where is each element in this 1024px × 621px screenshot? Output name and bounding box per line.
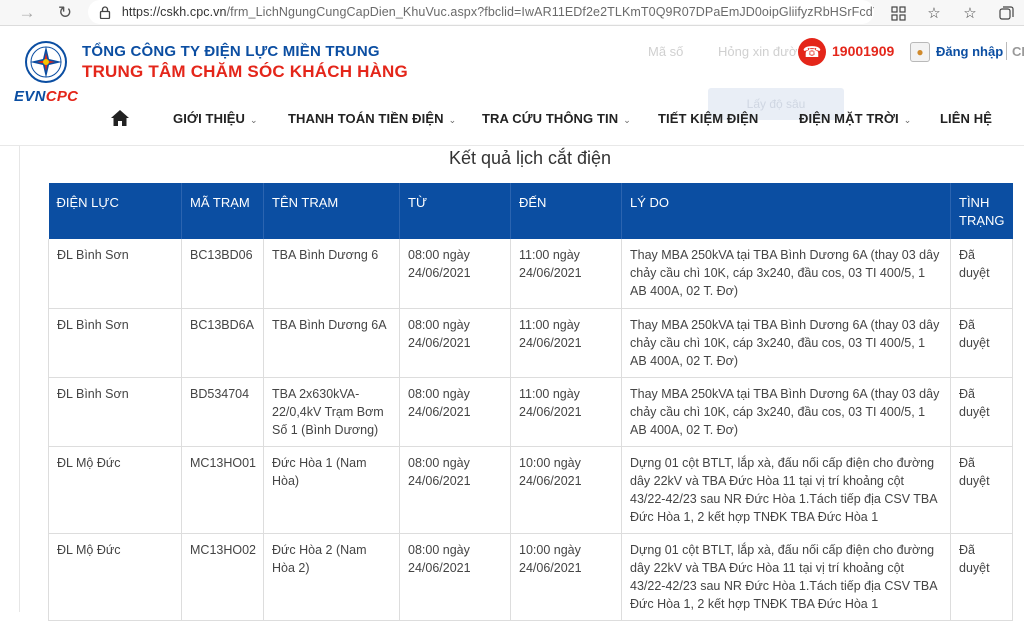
cell-tu: 08:00 ngày 24/06/2021 — [399, 533, 511, 621]
url-path: /frm_LichNgungCungCapDien_KhuVuc.aspx?fb… — [226, 5, 874, 19]
menu-label: TIẾT KIỆM ĐIỆN — [658, 111, 759, 126]
header-divider — [1006, 42, 1007, 60]
cell-ma-tram: MC13HO01 — [181, 446, 264, 534]
home-icon[interactable] — [111, 110, 129, 126]
refresh-icon[interactable]: ↻ — [52, 0, 78, 26]
cell-ly-do: Thay MBA 250kVA tại TBA Bình Dương 6A (t… — [621, 308, 951, 378]
column-header: TỪ — [399, 183, 511, 239]
url-domain: https://cskh.cpc.vn — [121, 5, 227, 19]
menu-item-dien-mat-troi[interactable]: ĐIỆN MẶT TRỜI ⌄ — [799, 111, 911, 126]
cell-dien-luc: ĐL Bình Sơn — [48, 377, 182, 447]
cell-ly-do: Dựng 01 cột BTLT, lắp xà, đấu nối cấp đi… — [621, 533, 951, 621]
table-row: ĐL Mộ Đức MC13HO02 Đức Hòa 2 (Nam Hòa 2)… — [48, 533, 1013, 621]
table-row: ĐL Bình Sơn BC13BD06 TBA Bình Dương 6 08… — [48, 239, 1013, 309]
evncpc-logo-text[interactable]: EVNCPC — [14, 88, 78, 105]
chevron-down-icon: ⌄ — [250, 115, 258, 125]
cell-den: 10:00 ngày 24/06/2021 — [510, 533, 622, 621]
evn-logo-icon[interactable] — [24, 40, 68, 84]
cell-tu: 08:00 ngày 24/06/2021 — [399, 377, 511, 447]
menu-item-gioi-thieu[interactable]: GIỚI THIỆU ⌄ — [173, 111, 258, 126]
cell-tu: 08:00 ngày 24/06/2021 — [399, 446, 511, 534]
table-row: ĐL Mộ Đức MC13HO01 Đức Hòa 1 (Nam Hòa) 0… — [48, 446, 1013, 534]
cell-ma-tram: BC13BD6A — [181, 308, 264, 378]
table-row: ĐL Bình Sơn BC13BD6A TBA Bình Dương 6A 0… — [48, 308, 1013, 378]
cut-off-link[interactable]: CP — [1012, 44, 1024, 59]
cell-ten-tram: TBA Bình Dương 6A — [263, 308, 400, 378]
column-header: MÃ TRẠM — [181, 183, 264, 239]
cell-tinh-trang: Đã duyệt — [950, 377, 1013, 447]
cell-tu: 08:00 ngày 24/06/2021 — [399, 308, 511, 378]
customer-center-name: TRUNG TÂM CHĂM SÓC KHÁCH HÀNG — [82, 62, 408, 81]
menu-label: ĐIỆN MẶT TRỜI — [799, 111, 899, 126]
column-header: ĐẾN — [510, 183, 622, 239]
cell-ten-tram: Đức Hòa 2 (Nam Hòa 2) — [263, 533, 400, 621]
main-menu: GIỚI THIỆU ⌄ THANH TOÁN TIỀN ĐIỆN ⌄ TRA CỨ… — [0, 106, 1024, 134]
menu-item-lien-he[interactable]: LIÊN HỆ — [940, 111, 992, 126]
chevron-down-icon: ⌄ — [903, 115, 912, 125]
logo-evn: EVN — [14, 88, 46, 105]
user-icon: ● — [910, 42, 930, 62]
lock-icon[interactable] — [98, 5, 112, 19]
cell-dien-luc: ĐL Mộ Đức — [48, 533, 182, 621]
company-name: TỔNG CÔNG TY ĐIỆN LỰC MIỀN TRUNG — [82, 43, 380, 60]
cell-ly-do: Thay MBA 250kVA tại TBA Bình Dương 6A (t… — [621, 377, 951, 447]
collections-icon[interactable] — [988, 0, 1024, 26]
column-header: LÝ DO — [621, 183, 951, 239]
cell-tinh-trang: Đã duyệt — [950, 533, 1013, 621]
cell-dien-luc: ĐL Bình Sơn — [48, 239, 182, 309]
cell-tinh-trang: Đã duyệt — [950, 239, 1013, 309]
cell-den: 11:00 ngày 24/06/2021 — [510, 239, 622, 309]
cell-den: 11:00 ngày 24/06/2021 — [510, 308, 622, 378]
menu-item-tra-cuu[interactable]: TRA CỨU THÔNG TIN ⌄ — [482, 111, 631, 126]
cell-ly-do: Thay MBA 250kVA tại TBA Bình Dương 6A (t… — [621, 239, 951, 309]
phone-icon: ☎ — [798, 38, 826, 66]
menu-item-tiet-kiem[interactable]: TIẾT KIỆM ĐIỆN — [658, 111, 758, 126]
table-row: ĐL Bình Sơn BD534704 TBA 2x630kVA-22/0,4… — [48, 377, 1013, 447]
url-text: https://cskh.cpc.vn/frm_LichNgungCungCap… — [122, 5, 874, 19]
menu-item-thanh-toan[interactable]: THANH TOÁN TIỀN ĐIỆN ⌄ — [288, 111, 456, 126]
cell-tu: 08:00 ngày 24/06/2021 — [399, 239, 511, 309]
chevron-down-icon: ⌄ — [623, 115, 631, 125]
table-header-row: ĐIỆN LỰC MÃ TRẠM TÊN TRẠM TỪ ĐẾN LÝ DO T… — [48, 183, 1013, 239]
cell-ma-tram: MC13HO02 — [181, 533, 264, 621]
outage-schedule-table: ĐIỆN LỰC MÃ TRẠM TÊN TRẠM TỪ ĐẾN LÝ DO T… — [48, 183, 1013, 621]
cell-ly-do: Dựng 01 cột BTLT, lắp xà, đấu nối cấp đi… — [621, 446, 951, 534]
menu-label: TRA CỨU THÔNG TIN — [482, 111, 619, 126]
add-favorite-icon[interactable]: ☆ — [916, 0, 952, 26]
hotline-number[interactable]: 19001909 — [832, 43, 894, 59]
cell-ten-tram: TBA 2x630kVA-22/0,4kV Trạm Bơm Số 1 (Bìn… — [263, 377, 400, 447]
cell-ten-tram: Đức Hòa 1 (Nam Hòa) — [263, 446, 400, 534]
cell-den: 11:00 ngày 24/06/2021 — [510, 377, 622, 447]
cell-ma-tram: BD534704 — [181, 377, 264, 447]
cell-dien-luc: ĐL Mộ Đức — [48, 446, 182, 534]
logo-cpc: CPC — [45, 88, 79, 105]
address-bar[interactable]: https://cskh.cpc.vn/frm_LichNgungCungCap… — [88, 0, 874, 24]
column-header: ĐIỆN LỰC — [48, 183, 182, 239]
page-title: Kết quả lịch cắt điện — [448, 148, 612, 168]
cell-ten-tram: TBA Bình Dương 6 — [263, 239, 400, 309]
site-header: EVNCPC TỔNG CÔNG TY ĐIỆN LỰC MIỀN TRUNG … — [0, 26, 1024, 146]
chevron-down-icon: ⌄ — [448, 115, 457, 125]
menu-label: THANH TOÁN TIỀN ĐIỆN — [288, 111, 444, 126]
login-link[interactable]: Đăng nhập — [936, 44, 1003, 59]
content-border — [19, 146, 20, 612]
column-header: TÊN TRẠM — [263, 183, 400, 239]
favorites-icon[interactable]: ☆ — [952, 0, 988, 26]
cell-tinh-trang: Đã duyệt — [950, 446, 1013, 534]
cell-tinh-trang: Đã duyệt — [950, 308, 1013, 378]
faded-field-label-1: Mã số — [648, 44, 684, 59]
browser-toolbar: → ↻ https://cskh.cpc.vn/frm_LichNgungCun… — [0, 0, 1024, 26]
column-header: TÌNH TRẠNG — [950, 183, 1013, 239]
cell-ma-tram: BC13BD06 — [181, 239, 264, 309]
cell-den: 10:00 ngày 24/06/2021 — [510, 446, 622, 534]
menu-label: GIỚI THIỆU — [173, 111, 246, 126]
back-arrow-icon[interactable]: → — [14, 0, 40, 26]
menu-label: LIÊN HỆ — [940, 111, 992, 126]
cell-dien-luc: ĐL Bình Sơn — [48, 308, 182, 378]
apps-grid-icon[interactable] — [880, 0, 916, 26]
